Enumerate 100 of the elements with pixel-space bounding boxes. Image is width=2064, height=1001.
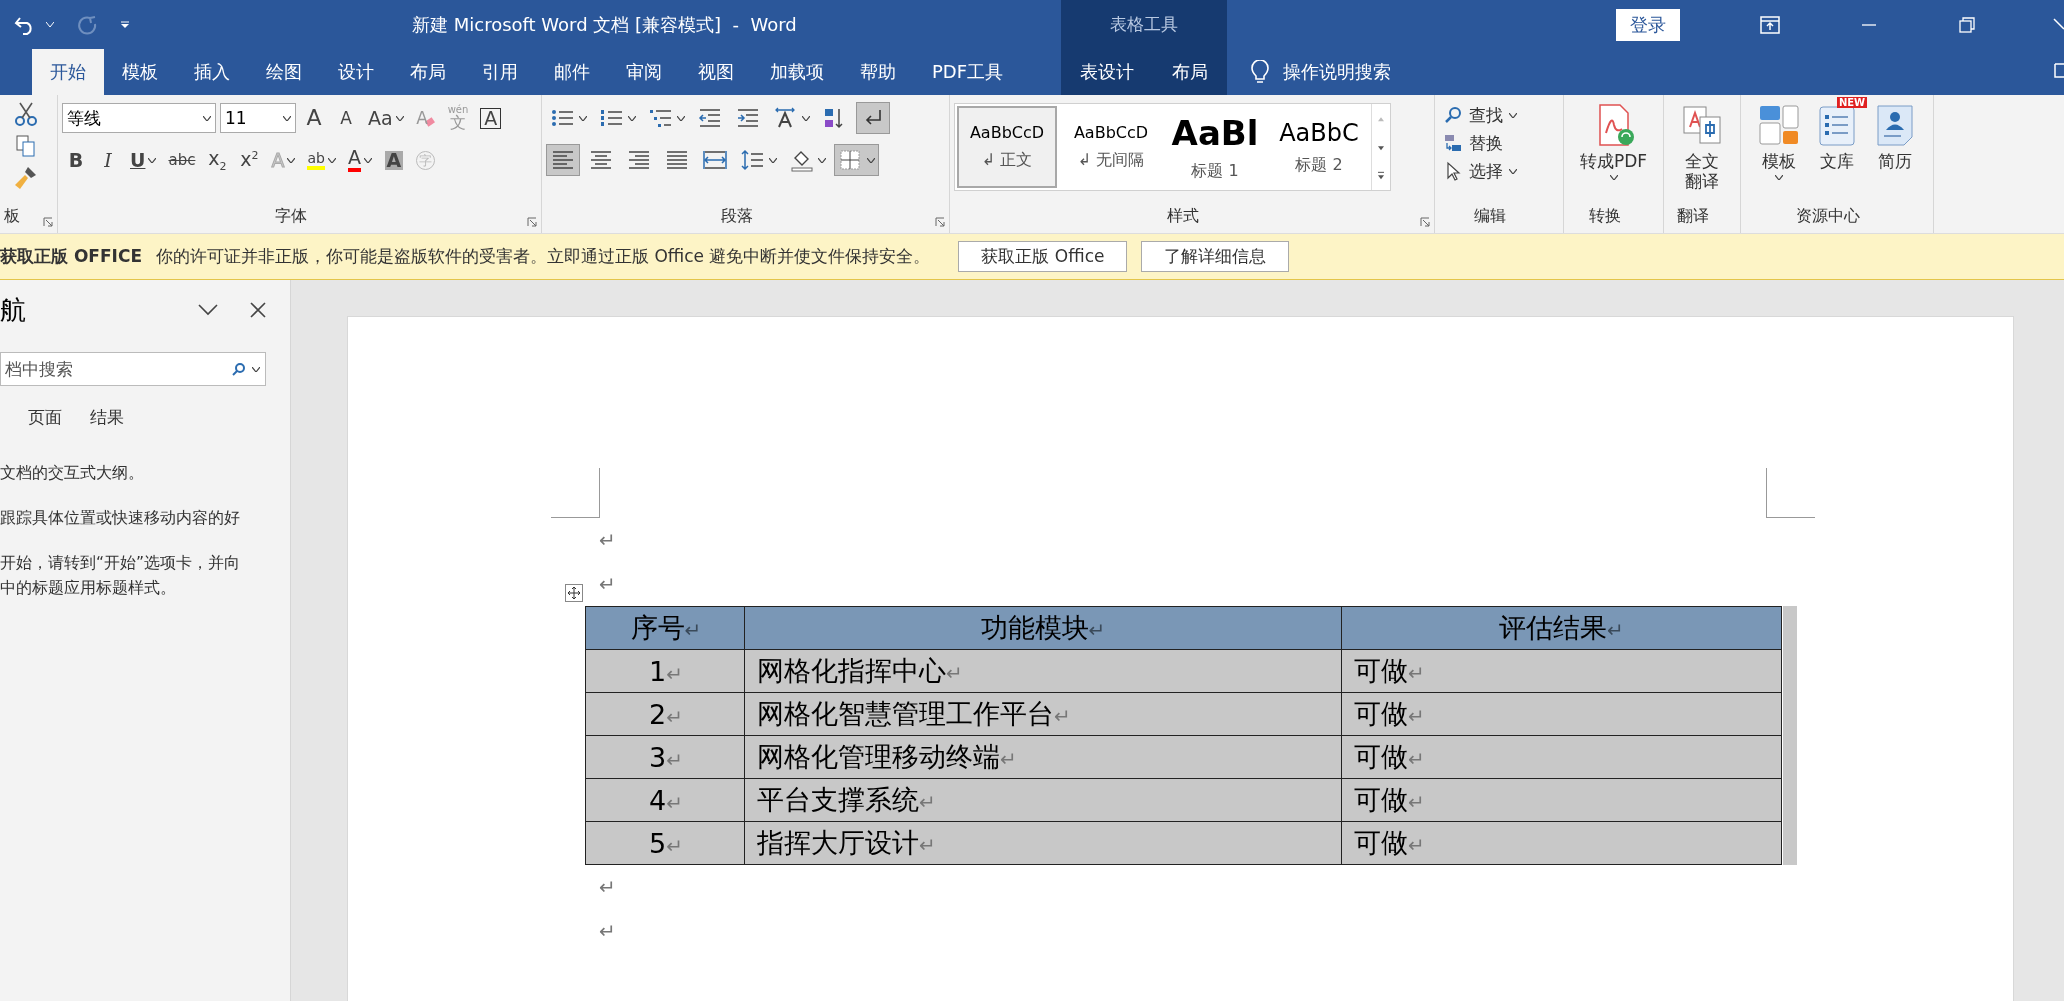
style-item[interactable]: AaBbCcD ↲ 正文 (957, 106, 1057, 188)
table-cell: 4↵ (585, 778, 745, 822)
increase-indent-icon (735, 106, 761, 130)
ribbon-tab[interactable]: 模板 (104, 49, 176, 95)
paintbrush-icon[interactable] (14, 165, 38, 191)
info-bar-button[interactable]: 了解详细信息 (1141, 241, 1290, 272)
template-icon (1757, 103, 1802, 147)
fontcolor-button[interactable]: A (343, 144, 376, 176)
table-cell: 可做↵ (1341, 778, 1782, 822)
ribbon-tab[interactable]: 加载项 (752, 49, 842, 95)
font-name-field[interactable]: 等线 (62, 103, 216, 133)
table-cell: 网格化管理移动终端↵ (744, 735, 1342, 779)
ribbon-display-icon[interactable] (1760, 15, 1780, 34)
decrease-indent-icon (697, 106, 723, 130)
caret-icon (818, 157, 826, 163)
align-left-button[interactable] (546, 144, 580, 176)
tell-me-search[interactable]: 操作说明搜索 (1283, 60, 1391, 84)
dialog-launcher-icon[interactable] (935, 217, 945, 227)
caret-icon (1509, 168, 1517, 174)
dialog-launcher-icon[interactable] (527, 217, 537, 227)
ribbon-tab[interactable]: 插入 (176, 49, 248, 95)
search-icon (232, 362, 246, 376)
login-button[interactable]: 登录 (1616, 8, 1680, 41)
paragraph-mark: ↵ (599, 919, 616, 943)
paragraph-mark: ↵ (599, 875, 616, 899)
context-tab-label: 表格工具 (1061, 0, 1227, 49)
ribbon-tab[interactable]: 视图 (680, 49, 752, 95)
group-label: 翻译 (1676, 205, 1711, 227)
ribbon-tab[interactable]: 绘图 (248, 49, 320, 95)
caret-icon (579, 115, 587, 121)
line-spacing-icon (740, 148, 766, 172)
customize-toolbar-icon[interactable] (120, 20, 130, 29)
replace-button[interactable]: 替换 (1439, 129, 1521, 157)
ribbon-tab[interactable]: 设计 (320, 49, 392, 95)
pane-title: 航 (0, 293, 27, 327)
bold-button[interactable]: B (62, 144, 90, 176)
caret-icon (1775, 175, 1784, 181)
caret-icon (327, 157, 336, 163)
move-handle-icon[interactable] (565, 584, 583, 602)
help-text: 中的标题应用标题样式。 (0, 578, 177, 599)
group-label: 板 (4, 205, 21, 227)
scissors-icon[interactable] (14, 101, 38, 127)
sub-button[interactable]: x$_{2}$ (203, 144, 232, 176)
sup-button[interactable]: x$^{2}$ (235, 144, 264, 176)
table-cell: 平台支撑系统↵ (744, 778, 1342, 822)
case-button[interactable]: Aa (364, 102, 408, 134)
caret-icon (769, 157, 777, 163)
translate-button[interactable]: 全文翻译 (1676, 101, 1729, 203)
table-cell: 指挥大厅设计↵ (744, 821, 1342, 865)
select-button[interactable]: 选择 (1439, 157, 1521, 185)
copy-icon[interactable] (14, 133, 38, 159)
ribbon-tab[interactable]: 布局 (392, 49, 464, 95)
shrink-button[interactable]: A (332, 102, 360, 134)
caret-icon (628, 115, 636, 121)
table-cell: 可做↵ (1341, 692, 1782, 736)
caret-icon (287, 157, 296, 163)
highlight-button[interactable]: ab (303, 144, 340, 176)
group-label: 字体 (273, 205, 308, 227)
paragraph-marks-button[interactable] (856, 102, 890, 134)
template-button[interactable]: 模板 (1753, 101, 1806, 203)
caret-icon (802, 115, 810, 121)
pane-tab[interactable]: 页面 (28, 402, 62, 433)
group-label: 资源中心 (1795, 205, 1862, 227)
table-cell: 3↵ (585, 735, 745, 779)
lightbulb-icon (1251, 60, 1269, 84)
shade-button[interactable]: A (379, 144, 408, 176)
find-button[interactable]: 查找 (1439, 101, 1521, 129)
ribbon-tab[interactable]: 开始 (32, 49, 104, 95)
caret-icon (283, 115, 291, 121)
dialog-launcher-icon[interactable] (43, 217, 53, 227)
italic-button[interactable]: I (94, 144, 122, 176)
pdf-button[interactable]: 转成PDF (1576, 101, 1652, 203)
align-center-icon (588, 148, 614, 172)
warning-title: 获取正版 OFFICE (0, 245, 142, 268)
ribbon-tab[interactable]: 引用 (464, 49, 536, 95)
header-cell: 功能模块↵ (744, 606, 1342, 650)
restore-icon[interactable] (1958, 15, 1976, 34)
dialog-launcher-icon[interactable] (1420, 217, 1430, 227)
ribbon-tab[interactable]: PDF工具 (914, 49, 1022, 95)
help-text: 跟踪具体位置或快速移动内容的好 (0, 508, 241, 529)
info-bar-button[interactable]: 获取正版 Office (958, 241, 1128, 272)
caret-icon (363, 157, 372, 163)
paragraph-mark: ↵ (599, 572, 616, 596)
ribbon-tab[interactable]: 审阅 (608, 49, 680, 95)
underline-button[interactable]: U (126, 144, 161, 176)
pane-tab[interactable]: 结果 (90, 402, 124, 433)
ribbon-tab[interactable]: 帮助 (842, 49, 914, 95)
search-field[interactable]: 档中搜索 (0, 352, 266, 386)
table-cell: 网格化指挥中心↵ (744, 649, 1342, 693)
resume-button[interactable]: 简历 (1869, 101, 1922, 203)
grow-button[interactable]: A (300, 102, 328, 134)
caret-icon[interactable] (46, 22, 54, 27)
ribbon-tab[interactable]: 邮件 (536, 49, 608, 95)
strike-button[interactable]: abc (164, 144, 200, 176)
distributed-icon (702, 148, 728, 172)
caret-icon (148, 157, 157, 163)
table-cell: 可做↵ (1341, 735, 1782, 779)
table-cell: 可做↵ (1341, 649, 1782, 693)
font-size-field[interactable]: 11 (220, 103, 296, 133)
group-label: 段落 (719, 205, 754, 227)
